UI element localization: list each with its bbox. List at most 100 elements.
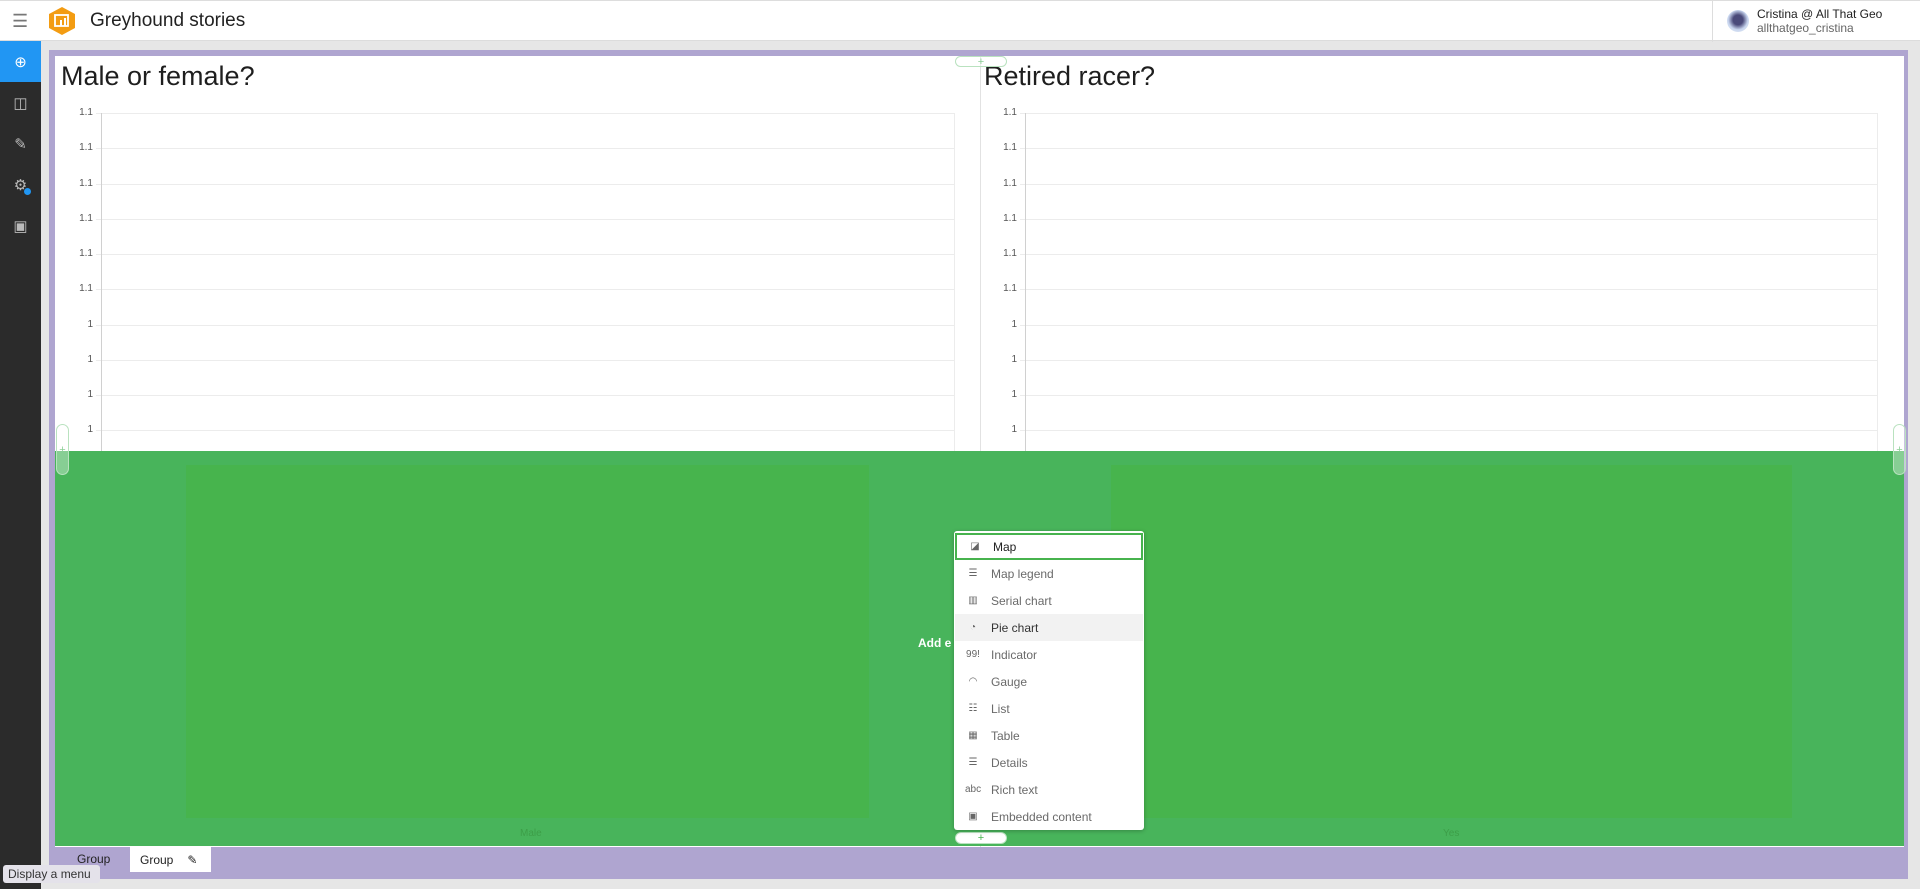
add-element-menu: ◪ Map ☰ Map legend ▥ Serial chart ◔ Pie chart 99… xyxy=(954,531,1144,830)
gridline xyxy=(96,254,954,255)
menu-item-table[interactable]: ▦ Table xyxy=(955,722,1143,749)
save-icon[interactable]: ▣ xyxy=(0,205,41,246)
tab-group-active[interactable]: Group ✎ xyxy=(130,847,211,872)
drop-zone-label: Add e xyxy=(918,636,952,650)
y-tick-label: 1.1 xyxy=(79,107,93,118)
menu-item-label: Gauge xyxy=(991,674,1028,689)
gridline xyxy=(1020,218,1877,220)
details-icon: ☰ xyxy=(968,757,978,768)
user-handle[interactable]: allthatgeo_cristina xyxy=(1757,21,1854,35)
y-tick-label: 1.1 xyxy=(1003,177,1017,189)
menu-item-map-legend[interactable]: ☰ Map legend xyxy=(955,560,1143,587)
app-header: ☰ Greyhound stories Cristina @ All That … xyxy=(0,0,1920,42)
menu-item-label: Table xyxy=(991,728,1020,743)
gridline xyxy=(1020,324,1877,326)
palette-icon[interactable]: ✎ xyxy=(0,123,41,164)
gridline xyxy=(1020,113,1877,114)
gridline xyxy=(96,148,954,150)
menu-item-label: Pie chart xyxy=(991,620,1039,635)
rich-text-icon: abc xyxy=(965,784,982,795)
gridline xyxy=(1020,289,1877,291)
gridline xyxy=(96,359,954,361)
bar xyxy=(186,465,869,818)
add-row-bottom-button[interactable]: + xyxy=(955,832,1007,844)
y-tick-label: 1.1 xyxy=(1003,142,1017,154)
gridline xyxy=(1020,359,1877,361)
gridline xyxy=(96,218,954,220)
bar-chart-icon: ▥ xyxy=(968,595,978,606)
app-logo xyxy=(49,7,75,35)
y-tick-label: 1.1 xyxy=(79,177,93,189)
y-tick-label: 1.1 xyxy=(79,283,93,295)
gridline xyxy=(96,289,954,291)
sidebar: ⊕ ◫ ✎ ⚙ ▣ xyxy=(0,41,41,889)
gridline xyxy=(1020,148,1877,150)
tooltip: Display a menu xyxy=(3,865,100,883)
layout-icon[interactable]: ◫ xyxy=(0,82,41,123)
menu-item-pie-chart[interactable]: ◔ Pie chart xyxy=(955,614,1143,641)
y-tick-label: 1.1 xyxy=(1003,283,1017,295)
y-tick-label: 1 xyxy=(87,353,93,365)
gridline xyxy=(1020,183,1877,185)
y-tick-label: 1 xyxy=(1011,318,1017,330)
menu-item-rich-text[interactable]: abc Rich text xyxy=(955,776,1143,803)
gridline xyxy=(96,183,954,185)
map-icon: ◪ xyxy=(970,541,980,552)
y-tick-label: 1 xyxy=(1011,353,1017,365)
y-tick-label: 1.1 xyxy=(1003,107,1017,118)
hamburger-icon[interactable]: ☰ xyxy=(12,11,28,32)
gauge-icon: ◠ xyxy=(968,676,978,687)
pencil-icon[interactable]: ✎ xyxy=(187,853,197,867)
bar xyxy=(1111,465,1792,818)
x-tick-label: Male xyxy=(520,828,542,839)
y-tick-label: 1 xyxy=(1011,389,1017,400)
gridline xyxy=(96,324,954,326)
divider xyxy=(1712,1,1713,42)
add-column-right-button[interactable]: + xyxy=(1893,424,1906,475)
gridline xyxy=(96,113,954,114)
gridline xyxy=(1020,430,1877,432)
indicator-icon: 99! xyxy=(966,649,980,660)
add-row-top-button[interactable]: + xyxy=(955,56,1007,68)
y-tick-label: 1 xyxy=(1011,424,1017,436)
user-name[interactable]: Cristina @ All That Geo xyxy=(1757,7,1882,21)
y-tick-label: 1 xyxy=(87,389,93,400)
y-tick-label: 1.1 xyxy=(79,248,93,259)
app-title: Greyhound stories xyxy=(90,10,246,31)
tab-group[interactable]: Group xyxy=(77,852,110,866)
add-column-left-button[interactable]: + xyxy=(56,424,69,475)
legend-icon: ☰ xyxy=(968,568,978,579)
menu-item-serial-chart[interactable]: ▥ Serial chart xyxy=(955,587,1143,614)
gridline xyxy=(1020,254,1877,255)
y-tick-label: 1.1 xyxy=(1003,248,1017,259)
menu-item-map[interactable]: ◪ Map xyxy=(955,533,1143,560)
pie-chart-icon: ◔ xyxy=(969,622,977,633)
menu-item-embedded-content[interactable]: ▣ Embedded content xyxy=(955,803,1143,830)
unsaved-badge xyxy=(24,188,31,195)
add-circle-icon[interactable]: ⊕ xyxy=(0,41,41,82)
y-tick-label: 1.1 xyxy=(1003,212,1017,224)
list-icon: ☷ xyxy=(968,703,978,714)
menu-item-gauge[interactable]: ◠ Gauge xyxy=(955,668,1143,695)
table-icon: ▦ xyxy=(968,730,978,741)
embed-icon: ▣ xyxy=(968,811,978,822)
menu-item-label: Embedded content xyxy=(991,809,1092,824)
x-tick-label: Yes xyxy=(1443,828,1460,839)
avatar[interactable] xyxy=(1727,10,1749,32)
tab-label: Group xyxy=(140,852,174,867)
menu-item-label: Indicator xyxy=(991,647,1038,662)
menu-item-details[interactable]: ☰ Details xyxy=(955,749,1143,776)
menu-item-label: Serial chart xyxy=(991,593,1052,608)
menu-item-label: Map xyxy=(993,539,1017,554)
chart-title: Retired racer? xyxy=(984,61,1156,91)
menu-item-list[interactable]: ☷ List xyxy=(955,695,1143,722)
chart-title: Male or female? xyxy=(61,61,255,91)
y-tick-label: 1.1 xyxy=(79,212,93,224)
gridline xyxy=(1020,395,1877,396)
menu-item-indicator[interactable]: 99! Indicator xyxy=(955,641,1143,668)
y-tick-label: 1 xyxy=(87,318,93,330)
gear-icon[interactable]: ⚙ xyxy=(0,164,41,205)
menu-item-label: Details xyxy=(991,755,1028,770)
y-tick-label: 1.1 xyxy=(79,142,93,154)
menu-item-label: Map legend xyxy=(991,566,1054,581)
